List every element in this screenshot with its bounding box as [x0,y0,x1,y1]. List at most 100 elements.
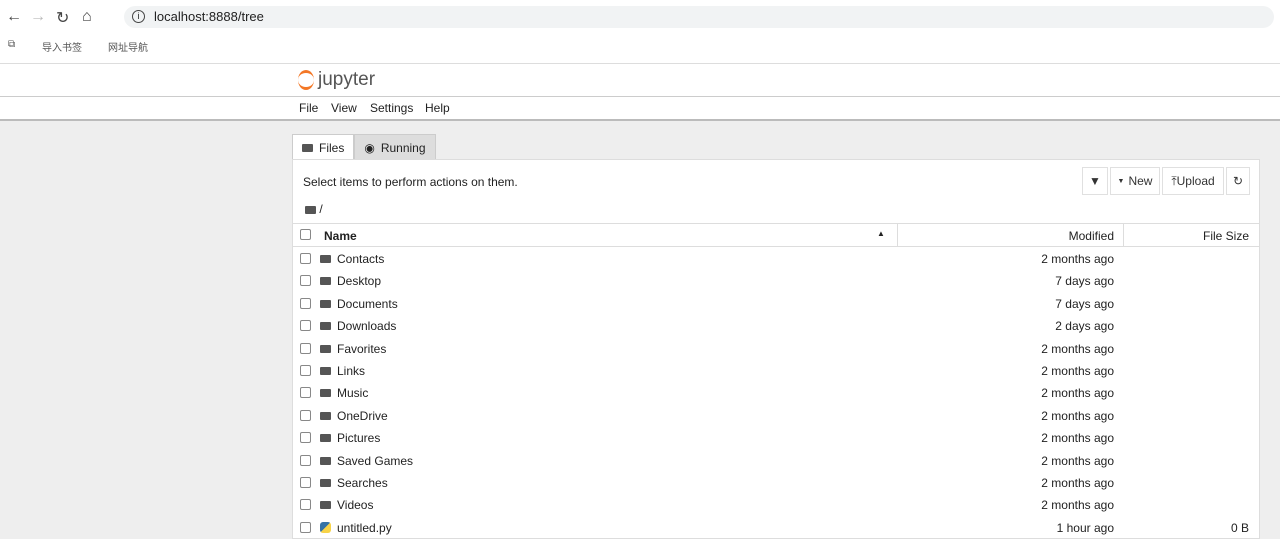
file-modified: 2 months ago [1041,431,1114,446]
folder-icon[interactable] [305,205,316,214]
table-row[interactable]: OneDrive 2 months ago [293,405,1259,427]
file-name[interactable]: Searches [337,476,388,490]
file-modified: 2 days ago [1055,319,1114,334]
file-name[interactable]: untitled.py [337,521,392,535]
row-checkbox[interactable] [300,275,311,287]
bookmark-import[interactable]: 导入书签 [42,39,82,54]
refresh-icon: ↻ [1232,174,1244,188]
menubar: File View Settings Help [0,97,1280,121]
table-row[interactable]: Contacts 2 months ago [293,248,1259,270]
address-bar[interactable]: i localhost:8888/tree [124,6,1274,28]
file-name[interactable]: Pictures [337,431,380,445]
python-file-icon [320,521,331,533]
folder-icon [320,456,331,465]
row-checkbox[interactable] [300,521,311,533]
url-text: localhost:8888/tree [154,9,264,24]
table-row[interactable]: Pictures 2 months ago [293,427,1259,449]
filter-icon: ▼ [1089,174,1101,188]
bookmark-nav[interactable]: 网址导航 [108,39,148,54]
file-name[interactable]: Videos [337,498,373,512]
menu-view[interactable]: View [331,101,357,115]
menu-file[interactable]: File [299,101,318,115]
column-modified[interactable]: Modified [1069,229,1114,243]
tab-running[interactable]: ◉ Running [354,134,436,160]
forward-icon[interactable]: → [30,8,46,26]
folder-icon [320,255,331,263]
row-checkbox[interactable] [300,253,311,264]
row-checkbox[interactable] [300,297,311,309]
row-checkbox[interactable] [300,432,311,444]
file-modified: 2 months ago [1041,386,1114,401]
table-row[interactable]: Desktop 7 days ago [293,270,1259,292]
select-all-checkbox[interactable] [300,229,311,240]
folder-icon [320,411,331,420]
row-checkbox[interactable] [300,342,311,354]
table-row[interactable]: untitled.py 1 hour ago 0 B [293,517,1259,539]
back-icon[interactable]: ← [6,8,22,26]
row-checkbox[interactable] [300,454,311,466]
file-name[interactable]: Documents [337,297,398,311]
table-row[interactable]: Videos 2 months ago [293,494,1259,516]
menu-settings[interactable]: Settings [370,101,413,115]
sort-asc-icon[interactable]: ▲ [877,229,885,238]
tab-icon[interactable]: ⧉ [8,39,15,50]
table-row[interactable]: Documents 7 days ago [293,293,1259,315]
breadcrumb-root[interactable]: / [319,202,322,216]
file-name[interactable]: Contacts [337,252,384,266]
table-row[interactable]: Downloads 2 days ago [293,315,1259,337]
folder-icon [320,299,331,308]
file-name[interactable]: OneDrive [337,409,388,423]
new-label: New [1128,174,1153,188]
filter-button[interactable]: ▼ [1082,167,1108,195]
file-name[interactable]: Favorites [337,342,386,356]
column-name[interactable]: Name [324,229,357,243]
new-button[interactable]: ▼ New [1110,167,1160,195]
refresh-button[interactable]: ↻ [1226,167,1250,195]
jupyter-logo[interactable]: jupyter [298,69,375,91]
menu-help[interactable]: Help [425,101,450,115]
file-modified: 2 months ago [1041,498,1114,513]
info-icon: i [132,10,145,23]
file-modified: 7 days ago [1055,274,1114,289]
table-row[interactable]: Links 2 months ago [293,360,1259,382]
folder-icon [320,389,331,398]
jupyter-header: jupyter [0,64,1280,97]
row-checkbox[interactable] [300,409,311,421]
column-size[interactable]: File Size [1203,229,1249,243]
tab-label: Running [380,140,426,155]
logo-text: jupyter [318,69,376,90]
file-name[interactable]: Desktop [337,274,381,288]
table-row[interactable]: Searches 2 months ago [293,472,1259,494]
reload-icon[interactable]: ↻ [56,8,69,28]
row-checkbox[interactable] [300,387,311,399]
row-checkbox[interactable] [300,499,311,511]
home-icon[interactable]: ⌂ [82,8,92,26]
table-row[interactable]: Music 2 months ago [293,382,1259,404]
file-size: 0 B [1230,520,1249,535]
browser-chrome: ← → ↻ ⌂ i localhost:8888/tree ⧉ 导入书签 网址导航 [0,0,1280,64]
folder-icon [320,344,331,353]
upload-label: Upload [1176,174,1215,188]
file-name[interactable]: Music [337,386,368,400]
folder-icon [320,322,331,331]
table-row[interactable]: Favorites 2 months ago [293,338,1259,360]
row-checkbox[interactable] [300,365,311,376]
jupyter-logo-icon [298,70,314,90]
file-name[interactable]: Links [337,364,365,378]
row-checkbox[interactable] [300,477,311,488]
file-browser: Select items to perform actions on them.… [292,159,1260,539]
file-name[interactable]: Saved Games [337,454,413,468]
scrollbar[interactable] [1264,121,1280,532]
tab-files[interactable]: Files [292,134,355,160]
folder-icon [320,434,331,443]
folder-icon [302,143,313,152]
file-name[interactable]: Downloads [337,319,396,333]
caret-down-icon: ▼ [1117,177,1125,185]
row-checkbox[interactable] [300,320,311,332]
folder-icon [320,367,331,375]
table-row[interactable]: Saved Games 2 months ago [293,450,1259,472]
file-modified: 1 hour ago [1056,520,1114,535]
tab-label: Files [319,140,345,155]
breadcrumb: / [305,202,323,216]
upload-button[interactable]: ⤒ Upload [1162,167,1224,195]
